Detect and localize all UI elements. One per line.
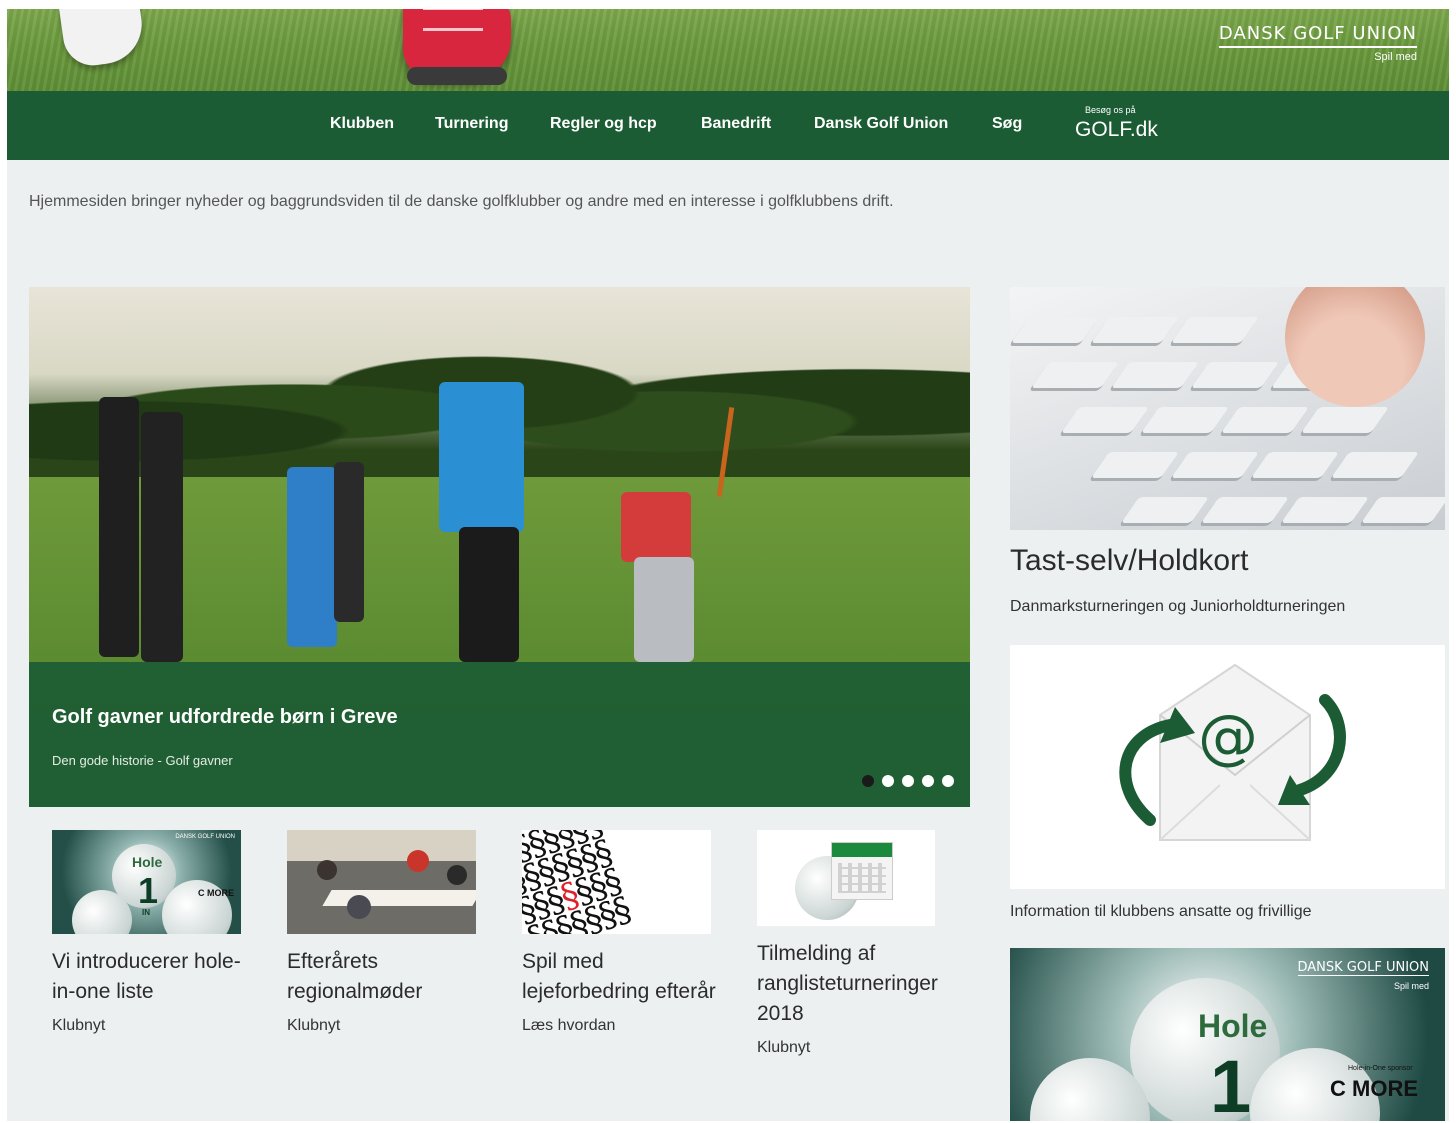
news-title[interactable]: Efterårets regionalmøder [287,947,497,1007]
nav-item-sog[interactable]: Søg [992,115,1022,133]
nav-item-dansk-golf-union[interactable]: Dansk Golf Union [814,115,948,133]
thumb-hole-text: Hole [132,854,163,870]
carousel-dots [862,775,954,787]
news-category: Klubnyt [757,1039,811,1056]
news-card[interactable]: DANSK GOLF UNION Hole 1 IN C MORE Vi int… [52,830,262,1035]
calendar-icon [831,842,893,900]
carousel-dot[interactable] [922,775,934,787]
photo-instructor-jacket [439,382,524,532]
photo-child-blue [287,467,337,647]
nav-item-klubben[interactable]: Klubben [330,115,394,133]
photo-child [334,462,364,622]
at-sign: @ [1198,702,1258,772]
photo-person [99,397,139,657]
hero-subtitle[interactable]: Den gode historie - Golf gavner [52,753,233,768]
news-category: Læs hvordan [522,1017,616,1034]
banner-hole-text: Hole [1198,1008,1268,1044]
banner-cmore-logo: C MORE [1330,1076,1418,1101]
hole-in-one-banner[interactable]: DANSK GOLF UNION Spil med Hole 1 IN Hole… [1010,948,1445,1121]
news-card[interactable]: Efterårets regionalmøder Klubnyt [287,830,497,1035]
news-title[interactable]: Spil med lejeforbedring efterår [522,947,732,1007]
news-thumbnail-hole-in-one[interactable]: DANSK GOLF UNION Hole 1 IN C MORE [52,830,241,934]
golf-dk-logo: GOLF.dk [1075,118,1158,141]
news-thumbnail-meeting[interactable] [287,830,476,934]
carousel-dot[interactable] [882,775,894,787]
golf-shoe-red [403,9,511,85]
banner-one-text: 1 [1210,1045,1252,1121]
holdkort-image[interactable] [1010,287,1445,530]
finger [1265,287,1445,427]
carousel-dot[interactable] [902,775,914,787]
banner-dgu-logo: DANSK GOLF UNION [1297,960,1429,976]
dgu-logo-tagline: Spil med [1374,51,1417,63]
email-envelope-icon: @ [1119,663,1346,841]
banner-dgu-tagline: Spil med [1393,981,1429,991]
nav-item-turnering[interactable]: Turnering [435,115,508,133]
newsletter-image[interactable]: @ [1010,645,1445,889]
thumb-one-text: 1 [138,870,159,911]
holdkort-title[interactable]: Tast-selv/Holdkort [1010,544,1248,578]
page: DANSK GOLF UNION Spil med Klubben Turner… [7,9,1449,1121]
nav-item-banedrift[interactable]: Banedrift [701,115,771,133]
intro-text: Hjemmesiden bringer nyheder og baggrunds… [29,193,894,210]
thumb-dgu-logo: DANSK GOLF UNION [175,834,235,840]
photo-person [141,412,183,662]
golf-dk-link[interactable]: Besøg os på GOLF.dk [1075,105,1158,142]
news-category: Klubnyt [287,1017,341,1034]
photo-instructor-trousers [459,527,519,662]
carousel-dot[interactable] [942,775,954,787]
photo-golfer-trousers [634,557,694,662]
dgu-logo-name: DANSK GOLF UNION [1218,23,1417,48]
nav-item-regler-og-hcp[interactable]: Regler og hcp [550,115,657,133]
banner-in-text: IN [1228,1118,1241,1121]
photo-golfer-red [621,492,691,562]
hero-caption: Golf gavner udfordrede børn i Greve Den … [29,662,970,807]
header-banner-image: DANSK GOLF UNION Spil med [7,9,1449,91]
news-card[interactable]: Tilmelding af ranglisteturneringer 2018 … [757,830,967,1057]
newsletter-caption[interactable]: Information til klubbens ansatte og friv… [1010,903,1312,921]
news-category: Klubnyt [52,1017,106,1034]
holdkort-subtitle: Danmarksturneringen og Juniorholdturneri… [1010,598,1346,615]
dgu-logo[interactable]: DANSK GOLF UNION Spil med [1218,23,1417,63]
main-nav: Klubben Turnering Regler og hcp Banedrif… [7,91,1449,160]
banner-cmore-caption: Hole-in-One sponsor [1348,1065,1413,1072]
news-card[interactable]: §§§§§§§ §§§§§§§ §§§§§§§ §§§§§§§ Spil med le… [522,830,732,1035]
news-title[interactable]: Vi introducerer hole-in-one liste [52,947,262,1007]
golf-dk-visit-label: Besøg os på [1085,105,1136,115]
hero-carousel[interactable]: Golf gavner udfordrede børn i Greve Den … [29,287,970,807]
hero-title[interactable]: Golf gavner udfordrede børn i Greve [52,706,398,729]
news-thumbnail-paragraph-signs[interactable]: §§§§§§§ §§§§§§§ §§§§§§§ §§§§§§§ [522,830,711,934]
thumb-in-text: IN [142,908,150,917]
news-title[interactable]: Tilmelding af ranglisteturneringer 2018 [757,939,977,1029]
thumb-cmore-text: C MORE [198,888,234,898]
news-thumbnail-calendar[interactable] [757,830,935,926]
carousel-dot[interactable] [862,775,874,787]
